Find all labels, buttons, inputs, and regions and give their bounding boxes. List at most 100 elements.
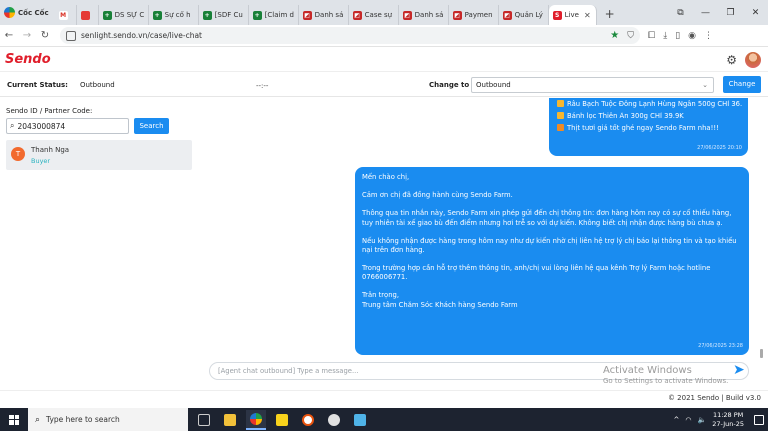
- sendo-logo[interactable]: Sendo: [0, 52, 51, 67]
- browser-toolbar: ⧠ ⤓ ▯ ◉ ⋮: [648, 31, 713, 41]
- chat-app-icon[interactable]: [324, 410, 344, 430]
- sticky-notes-icon[interactable]: [272, 410, 292, 430]
- system-tray: ^ ◠ 🔈 11:28 PM 27-Jun-25: [674, 411, 768, 428]
- tray-chevron-icon[interactable]: ^: [674, 416, 680, 424]
- tab-ds-su-co[interactable]: + DS SỰ C: [99, 5, 149, 25]
- tab-payment[interactable]: ◩ Paymen: [449, 5, 499, 25]
- shield-icon[interactable]: ⛉: [627, 31, 634, 41]
- file-explorer-icon[interactable]: [220, 410, 240, 430]
- search-icon: ⌕: [35, 414, 41, 425]
- blue-app-icon[interactable]: [350, 410, 370, 430]
- extensions-icon[interactable]: ⧠: [648, 31, 655, 41]
- contact-panel: Sendo ID / Partner Code: ⌕ 2043000874 Se…: [0, 98, 200, 388]
- tab-danh-sach-1[interactable]: ◩ Danh sá: [299, 5, 349, 25]
- status-select[interactable]: Outbound ⌄: [471, 77, 714, 93]
- contact-role: Buyer: [31, 157, 51, 165]
- current-status-label: Current Status:: [7, 80, 68, 89]
- gear-icon[interactable]: ⚙: [726, 53, 737, 67]
- coccoc-taskbar-icon[interactable]: [246, 409, 266, 430]
- close-icon[interactable]: ✕: [584, 11, 591, 20]
- message-signature: Trung tâm Chăm Sóc Khách hàng Sendo Farm: [362, 300, 518, 309]
- network-icon[interactable]: ◠: [685, 416, 691, 424]
- contact-list-item[interactable]: T Thanh Nga Buyer: [6, 140, 192, 170]
- browser-tab-strip: Cốc Cốc M + DS SỰ C + Sự cố h + [SDF Cu + [C…: [0, 0, 768, 25]
- coccoc-glyph: [250, 412, 262, 425]
- back-icon[interactable]: ←: [0, 30, 18, 41]
- task-view-icon[interactable]: [194, 410, 214, 430]
- report-icon: ◩: [502, 10, 512, 20]
- change-button[interactable]: Change: [723, 76, 761, 93]
- sheets-icon: +: [102, 10, 112, 20]
- window-controls: ⧉ — ❐ ✕: [668, 0, 768, 25]
- url-text: senlight.sendo.vn/case/live-chat: [81, 31, 202, 40]
- avatar[interactable]: [745, 51, 761, 68]
- tab-label: Paymen: [464, 11, 493, 19]
- report-icon: ◩: [452, 10, 462, 20]
- tab-su-co[interactable]: + Sự cố h: [149, 5, 199, 25]
- watermark-subtitle: Go to Settings to activate Windows.: [603, 377, 729, 385]
- tab-claim[interactable]: + [Claim d: [249, 5, 299, 25]
- emoji-icon: [557, 100, 564, 107]
- message-line: Thịt tươi giá tốt ghé ngay Sendo Farm nh…: [557, 124, 742, 133]
- notification-icon[interactable]: [754, 414, 764, 425]
- tab-search-icon[interactable]: ⧉: [668, 8, 693, 18]
- taskbar-clock[interactable]: 11:28 PM 27-Jun-25: [712, 411, 744, 427]
- tab-label: Danh sá: [314, 11, 344, 19]
- chat-messages[interactable]: Râu Bạch Tuộc Đông Lạnh Hùng Ngân 500g C…: [200, 98, 768, 356]
- chat-message: Mến chào chị, Cảm ơn chị đã đồng hành cù…: [355, 167, 749, 355]
- profile-icon[interactable]: ◉: [688, 31, 696, 41]
- forward-icon[interactable]: →: [18, 30, 36, 41]
- tab-label: [SDF Cu: [214, 11, 243, 19]
- chat-scrollbar[interactable]: [760, 349, 763, 358]
- restore-icon[interactable]: ❐: [718, 8, 743, 18]
- task-view-glyph: [198, 413, 210, 426]
- message-paragraph: Thông qua tin nhắn này, Sendo Farm xin p…: [362, 209, 732, 227]
- tab-label: Sự cố h: [164, 11, 191, 19]
- tab-red-sheet[interactable]: [77, 5, 99, 25]
- volume-icon[interactable]: 🔈: [698, 416, 707, 424]
- sheets-icon: +: [152, 10, 162, 20]
- message-line: Râu Bạch Tuộc Đông Lạnh Hùng Ngân 500g C…: [557, 100, 742, 109]
- download-icon[interactable]: ⤓: [663, 31, 667, 41]
- taskbar-search[interactable]: ⌕ Type here to search: [28, 408, 188, 431]
- close-window-icon[interactable]: ✕: [743, 8, 768, 18]
- watermark-title: Activate Windows: [603, 365, 692, 376]
- start-button[interactable]: [0, 408, 28, 431]
- tab-quan-ly[interactable]: ◩ Quản Lý: [499, 5, 549, 25]
- address-bar: ← → ↻ senlight.sendo.vn/case/live-chat ★…: [0, 25, 768, 47]
- message-paragraph: Nếu không nhận được hàng trong hôm nay n…: [362, 236, 737, 254]
- app-icon[interactable]: [298, 410, 318, 430]
- contact-avatar: T: [11, 147, 25, 161]
- tab-danh-sach-2[interactable]: ◩ Danh sá: [399, 5, 449, 25]
- taskbar-apps: [194, 409, 370, 430]
- tab-label: DS SỰ C: [114, 11, 144, 19]
- app-footer: © 2021 Sendo | Build v3.0: [0, 390, 768, 408]
- new-tab-button[interactable]: +: [597, 7, 623, 21]
- bookmark-star-icon[interactable]: ★: [610, 30, 619, 41]
- tab-label: Danh sá: [414, 11, 444, 19]
- clock-date: 27-Jun-25: [712, 419, 744, 428]
- search-button[interactable]: Search: [134, 118, 169, 134]
- send-icon[interactable]: ➤: [733, 362, 745, 378]
- message-line-text: Bánh lọc Thiên Ân 300g CHỈ 39.9K: [567, 112, 684, 121]
- minimize-icon[interactable]: —: [693, 8, 718, 18]
- tab-sdf[interactable]: + [SDF Cu: [199, 5, 249, 25]
- taskbar: ⌕ Type here to search ^ ◠ 🔈 11:28 PM 27-…: [0, 408, 768, 431]
- browser-logo[interactable]: Cốc Cốc: [0, 0, 55, 25]
- sidebar-icon[interactable]: ▯: [675, 31, 680, 41]
- menu-icon[interactable]: ⋮: [704, 31, 713, 41]
- message-closing: Trân trọng,: [362, 291, 399, 300]
- change-to-label: Change to: [429, 81, 470, 89]
- sheets-icon: +: [252, 10, 262, 20]
- sendo-icon: S: [552, 10, 562, 20]
- site-info-icon[interactable]: [66, 30, 76, 41]
- chevron-down-icon: ⌄: [702, 81, 708, 89]
- chat-glyph: [328, 413, 340, 426]
- search-icon: ⌕: [10, 121, 15, 130]
- tab-live-chat[interactable]: S Live ✕: [548, 5, 597, 25]
- tab-case-su[interactable]: ◩ Case sự: [349, 5, 399, 25]
- url-field[interactable]: senlight.sendo.vn/case/live-chat ★ ⛉: [60, 27, 640, 44]
- tab-gmail[interactable]: M: [55, 5, 77, 25]
- reload-icon[interactable]: ↻: [36, 30, 54, 41]
- search-input[interactable]: ⌕ 2043000874: [6, 118, 129, 134]
